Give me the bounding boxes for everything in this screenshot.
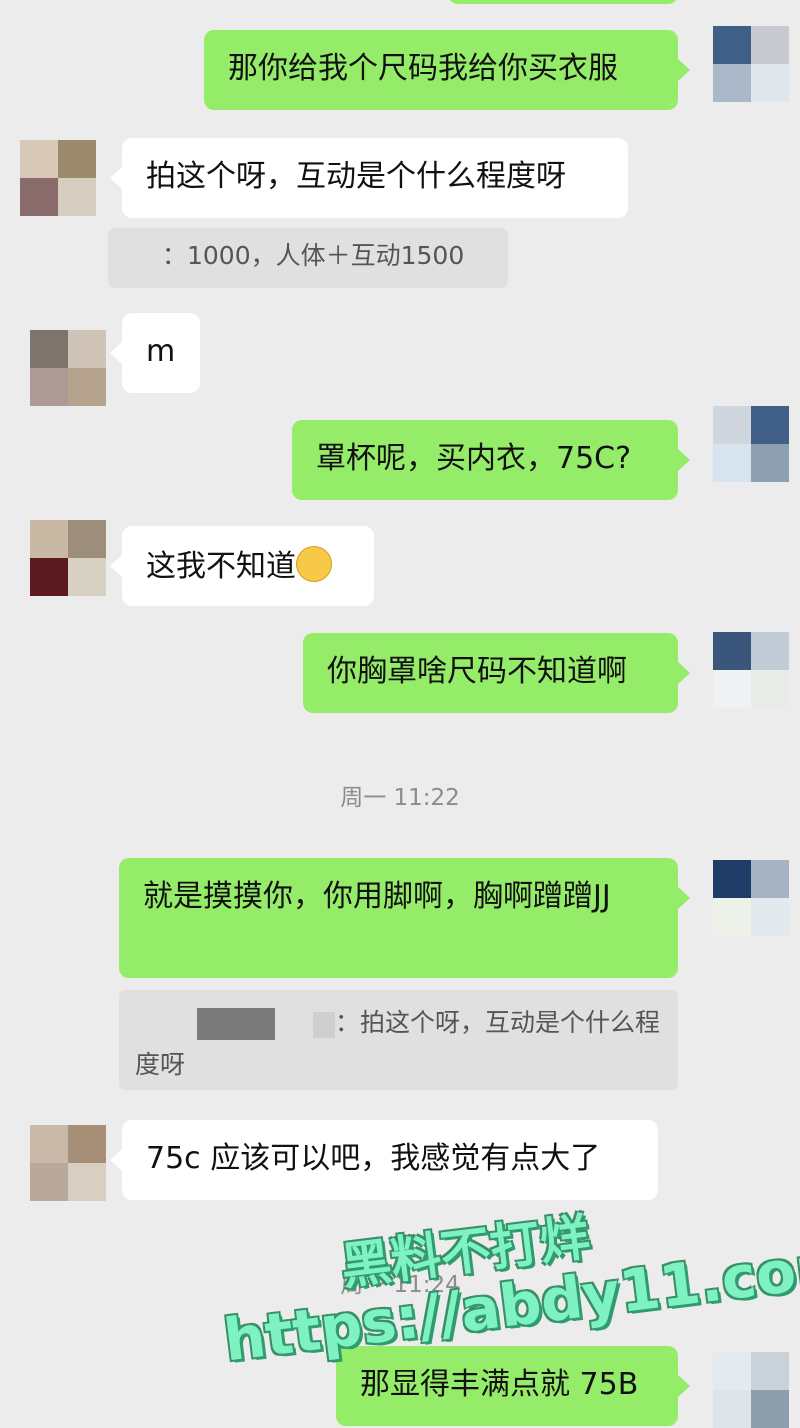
message-text: 你胸罩啥尺码不知道啊: [327, 654, 627, 689]
quoted-message[interactable]: ：1000，人体＋互动1500: [108, 228, 508, 288]
contact-avatar[interactable]: [30, 520, 106, 596]
quoted-message[interactable]: ：拍这个呀，互动是个什么程度呀: [119, 990, 678, 1090]
my-avatar[interactable]: [713, 26, 789, 102]
message-text: 这我不知道: [146, 549, 296, 584]
message-text: 那你给我个尺码我给你买衣服: [228, 51, 618, 86]
my-avatar[interactable]: [713, 632, 789, 708]
message-text: 拍这个呀，互动是个什么程度呀: [146, 159, 566, 194]
message-text: 就是摸摸你，你用脚啊，胸啊蹭蹭JJ: [143, 879, 611, 914]
message-bubble[interactable]: 罩杯呢，买内衣，75C?: [292, 420, 690, 500]
message-text: 那显得丰满点就 75B: [360, 1367, 639, 1402]
quoted-text: ：1000，人体＋互动1500: [162, 241, 465, 270]
timestamp: 周一 11:22: [340, 785, 460, 811]
contact-avatar[interactable]: [30, 1125, 106, 1201]
message-text: 罩杯呢，买内衣，75C?: [316, 441, 632, 476]
blurred-name: [135, 1008, 335, 1040]
message-text: 75c 应该可以吧，我感觉有点大了: [146, 1141, 601, 1176]
my-avatar[interactable]: [713, 1352, 789, 1428]
message-bubble[interactable]: 75c 应该可以吧，我感觉有点大了: [110, 1120, 658, 1200]
message-bubble[interactable]: m: [110, 313, 200, 393]
message-bubble[interactable]: 那你给我个尺码我给你买衣服: [204, 30, 690, 110]
message-text: m: [146, 334, 176, 369]
message-bubble[interactable]: 拍这个呀，互动是个什么程度呀: [110, 138, 628, 218]
my-avatar[interactable]: [713, 860, 789, 936]
message-bubble[interactable]: 这我不知道: [110, 526, 374, 606]
message-bubble[interactable]: 就是摸摸你，你用脚啊，胸啊蹭蹭JJ: [119, 858, 690, 978]
my-avatar[interactable]: [713, 406, 789, 482]
contact-avatar[interactable]: [30, 330, 106, 406]
partial-sent-bubble: [448, 0, 678, 4]
message-bubble[interactable]: 那显得丰满点就 75B: [336, 1346, 690, 1426]
contact-avatar[interactable]: [20, 140, 96, 216]
message-bubble[interactable]: 你胸罩啥尺码不知道啊: [303, 633, 690, 713]
worried-face-emoji: [296, 546, 332, 582]
